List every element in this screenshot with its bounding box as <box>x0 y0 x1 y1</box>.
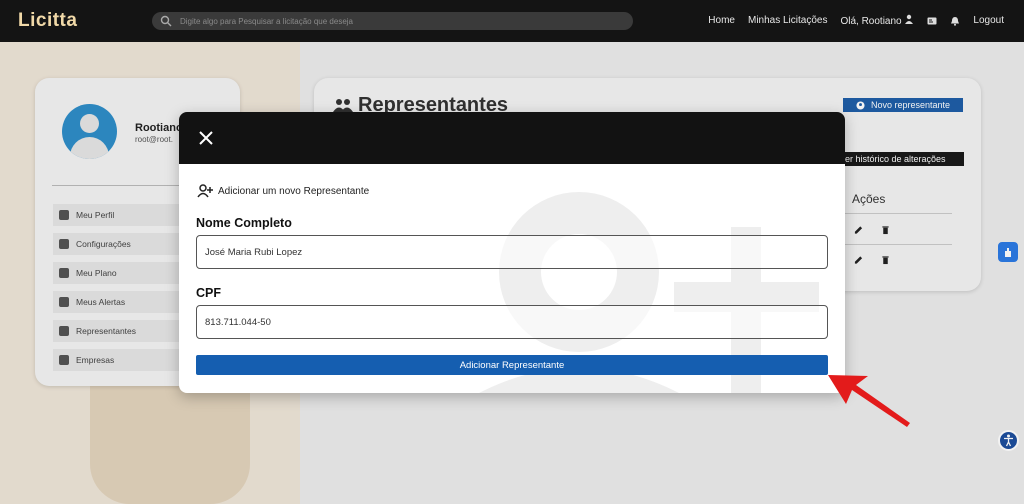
search-input[interactable] <box>180 16 620 26</box>
nav-user-greeting[interactable]: Olá, Rootiano <box>840 14 914 27</box>
close-icon[interactable] <box>197 129 215 147</box>
logout-link[interactable]: Logout <box>973 15 1004 26</box>
modal-header <box>179 112 845 164</box>
user-icon <box>905 14 914 24</box>
top-navbar: Licitta Home Minhas Licitações Olá, Root… <box>0 0 1024 42</box>
id-card-icon[interactable] <box>927 16 937 26</box>
search-bar[interactable] <box>152 12 633 30</box>
search-icon <box>160 15 172 27</box>
modal-subtitle: Adicionar um novo Representante <box>197 184 369 198</box>
name-label: Nome Completo <box>196 216 292 230</box>
bell-icon[interactable] <box>950 16 960 26</box>
nav-link-minhas-licitacoes[interactable]: Minhas Licitações <box>748 15 827 26</box>
red-arrow-annotation <box>828 375 910 427</box>
name-field[interactable] <box>196 235 828 269</box>
user-plus-icon <box>197 184 213 198</box>
app-logo[interactable]: Licitta <box>18 10 77 32</box>
add-representative-modal: Adicionar um novo Representante Nome Com… <box>179 112 845 393</box>
nav-link-home[interactable]: Home <box>708 15 735 26</box>
cpf-label: CPF <box>196 286 221 300</box>
add-representative-button[interactable]: Adicionar Representante <box>196 355 828 375</box>
cpf-field[interactable] <box>196 305 828 339</box>
